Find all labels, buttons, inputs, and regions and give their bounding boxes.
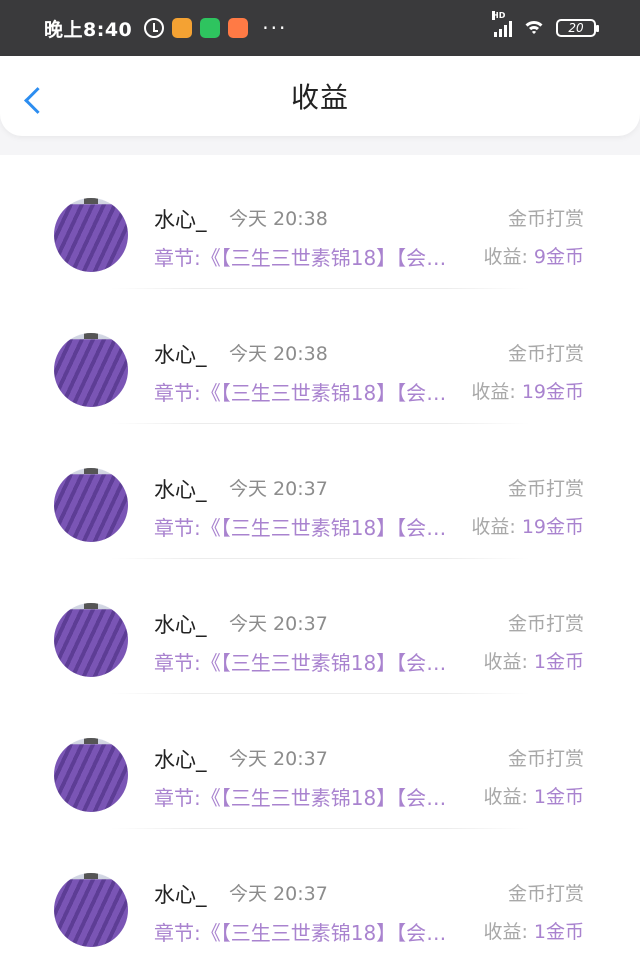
- income-amount: 1金币: [533, 651, 584, 673]
- chapter-title: 章节:《【三生三世素锦18】【会员】》: [154, 246, 464, 270]
- mi-store-icon: [228, 18, 249, 38]
- reward-type: 金币打赏: [507, 613, 584, 635]
- income-amount: 9金币: [533, 246, 584, 268]
- notes-app-icon: [172, 18, 193, 38]
- reward-type: 金币打赏: [507, 208, 584, 230]
- income-label: 收益:: [483, 651, 528, 673]
- income-value: 收益: 19金币: [471, 512, 584, 539]
- system-icons: HD 20: [492, 11, 599, 37]
- user-name: 水心_: [154, 613, 207, 637]
- avatar[interactable]: [54, 333, 128, 407]
- divider: [110, 693, 530, 694]
- chapter-title: 章节:《【三生三世素锦18】【会员】》: [154, 381, 464, 405]
- avatar[interactable]: [54, 468, 128, 542]
- income-record[interactable]: 水心_ 今天 20:38 金币打赏 章节:《【三生三世素锦18】【会员】》 收益…: [0, 290, 640, 425]
- income-value: 收益: 1金币: [483, 647, 584, 674]
- divider: [110, 828, 530, 829]
- chapter-title: 章节:《【三生三世素锦18】【会员】》: [154, 516, 464, 540]
- status-bar: 晚上8:40 ··· HD 20: [0, 0, 640, 56]
- record-time: 今天 20:37: [229, 883, 328, 905]
- income-amount: 1金币: [533, 921, 584, 943]
- divider: [110, 288, 530, 289]
- income-value: 收益: 1金币: [483, 782, 584, 809]
- hd-label: HD: [492, 11, 506, 20]
- wechat-icon: [200, 18, 221, 38]
- income-value: 收益: 1金币: [483, 917, 584, 944]
- income-record[interactable]: 水心_ 今天 20:37 金币打赏 章节:《【三生三世素锦18】【会员】》 收益…: [0, 560, 640, 695]
- more-notifications-icon: ···: [262, 16, 288, 40]
- record-time: 今天 20:37: [229, 478, 328, 500]
- income-label: 收益:: [483, 786, 528, 808]
- back-arrow-icon[interactable]: [22, 84, 46, 116]
- battery-level: 20: [568, 21, 584, 35]
- alarm-icon: [144, 18, 165, 38]
- page-title: 收益: [290, 81, 349, 114]
- record-time: 今天 20:37: [229, 748, 328, 770]
- user-name: 水心_: [154, 748, 207, 772]
- status-time: 晚上8:40: [44, 18, 133, 41]
- user-name: 水心_: [154, 343, 207, 367]
- reward-type: 金币打赏: [507, 343, 584, 365]
- income-record[interactable]: 水心_ 今天 20:37 金币打赏 章节:《【三生三世素锦18】【会员】》 收益…: [0, 425, 640, 560]
- income-label: 收益:: [471, 516, 516, 538]
- user-name: 水心_: [154, 883, 207, 907]
- chapter-title: 章节:《【三生三世素锦18】【会员】》: [154, 921, 464, 945]
- income-value: 收益: 9金币: [483, 242, 584, 269]
- record-time: 今天 20:37: [229, 613, 328, 635]
- income-amount: 1金币: [533, 786, 584, 808]
- divider: [110, 558, 530, 559]
- income-amount: 19金币: [521, 516, 584, 538]
- income-amount: 19金币: [521, 381, 584, 403]
- income-record[interactable]: 水心_ 今天 20:37 金币打赏 章节:《【三生三世素锦18】【会员】》 收益…: [0, 830, 640, 962]
- navigation-bar: 收益: [0, 56, 640, 136]
- record-time: 今天 20:38: [229, 208, 328, 230]
- avatar[interactable]: [54, 738, 128, 812]
- record-time: 今天 20:38: [229, 343, 328, 365]
- avatar[interactable]: [54, 198, 128, 272]
- income-record[interactable]: 水心_ 今天 20:38 金币打赏 章节:《【三生三世素锦18】【会员】》 收益…: [0, 155, 640, 290]
- divider: [110, 423, 530, 424]
- income-record[interactable]: 水心_ 今天 20:37 金币打赏 章节:《【三生三世素锦18】【会员】》 收益…: [0, 695, 640, 830]
- user-name: 水心_: [154, 208, 207, 232]
- signal-icon: HD: [492, 11, 512, 37]
- chapter-title: 章节:《【三生三世素锦18】【会员】》: [154, 651, 464, 675]
- income-value: 收益: 19金币: [471, 377, 584, 404]
- notification-icons: ···: [144, 16, 287, 40]
- income-label: 收益:: [483, 246, 528, 268]
- chapter-title: 章节:《【三生三世素锦18】【会员】》: [154, 786, 464, 810]
- battery-icon: 20: [556, 19, 599, 37]
- reward-type: 金币打赏: [507, 748, 584, 770]
- reward-type: 金币打赏: [507, 478, 584, 500]
- income-label: 收益:: [471, 381, 516, 403]
- avatar[interactable]: [54, 603, 128, 677]
- reward-type: 金币打赏: [507, 883, 584, 905]
- income-label: 收益:: [483, 921, 528, 943]
- avatar[interactable]: [54, 873, 128, 947]
- user-name: 水心_: [154, 478, 207, 502]
- wifi-icon: [522, 19, 546, 37]
- income-list: 水心_ 今天 20:38 金币打赏 章节:《【三生三世素锦18】【会员】》 收益…: [0, 155, 640, 962]
